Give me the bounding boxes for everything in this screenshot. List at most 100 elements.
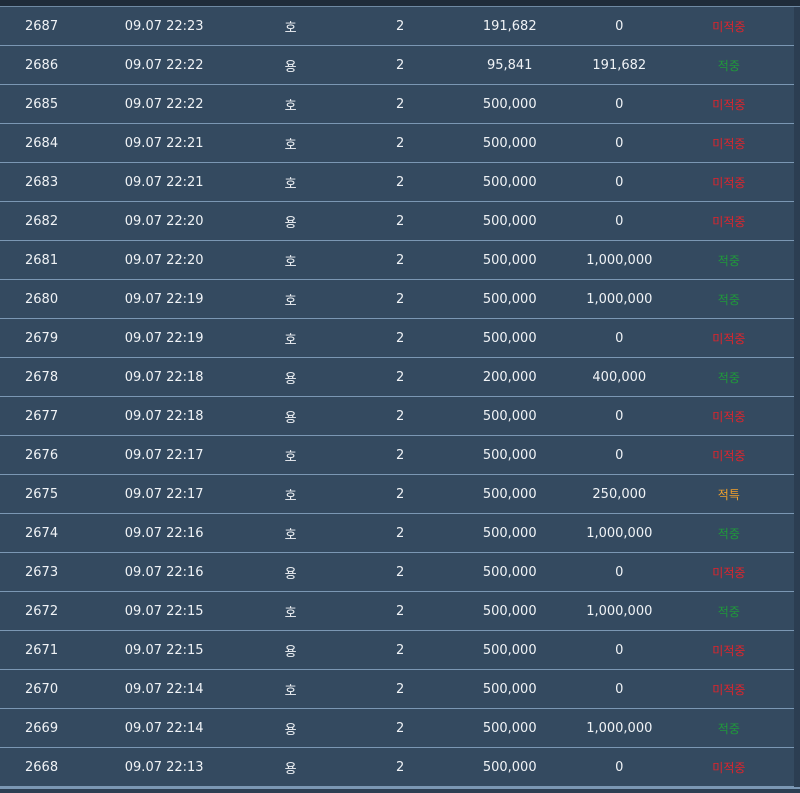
bet-pick: 호 (284, 293, 297, 309)
table-top-edge (0, 0, 800, 7)
table-row[interactable]: 2673 09.07 22:16 용 2 500,000 0 미적중 (0, 553, 794, 592)
round-number: 2680 (25, 291, 59, 307)
round-number: 2675 (25, 486, 59, 502)
round-number: 2671 (25, 642, 59, 658)
bet-pick: 호 (284, 527, 297, 543)
result-status: 미적중 (712, 682, 746, 697)
bet-pick: 호 (284, 332, 297, 348)
table-row[interactable]: 2679 09.07 22:19 호 2 500,000 0 미적중 (0, 319, 794, 358)
bet-odds: 2 (396, 174, 405, 190)
bet-odds: 2 (396, 252, 405, 268)
win-amount: 0 (615, 564, 624, 580)
bet-datetime: 09.07 22:17 (124, 486, 204, 502)
table-row[interactable]: 2672 09.07 22:15 호 2 500,000 1,000,000 적… (0, 592, 794, 631)
round-number: 2683 (25, 174, 59, 190)
result-status: 적중 (717, 721, 740, 736)
bet-amount: 191,682 (482, 18, 537, 34)
result-status: 미적중 (712, 175, 746, 190)
bet-amount: 500,000 (482, 603, 537, 619)
bet-pick: 용 (284, 566, 297, 582)
table-row[interactable]: 2668 09.07 22:13 용 2 500,000 0 미적중 (0, 748, 794, 787)
result-status: 적중 (717, 253, 740, 268)
win-amount: 1,000,000 (586, 720, 653, 736)
bet-datetime: 09.07 22:19 (124, 330, 204, 346)
win-amount: 0 (615, 18, 624, 34)
win-amount: 1,000,000 (586, 603, 653, 619)
win-amount: 191,682 (592, 57, 647, 73)
result-status: 미적중 (712, 448, 746, 463)
result-status: 적중 (717, 370, 740, 385)
bet-amount: 500,000 (482, 759, 537, 775)
bet-amount: 200,000 (482, 369, 537, 385)
bet-odds: 2 (396, 213, 405, 229)
bet-datetime: 09.07 22:23 (124, 18, 204, 34)
bet-odds: 2 (396, 564, 405, 580)
bet-amount: 500,000 (482, 408, 537, 424)
bet-amount: 500,000 (482, 291, 537, 307)
bet-pick: 호 (284, 449, 297, 465)
win-amount: 0 (615, 213, 624, 229)
table-row[interactable]: 2682 09.07 22:20 용 2 500,000 0 미적중 (0, 202, 794, 241)
round-number: 2686 (25, 57, 59, 73)
bet-amount: 500,000 (482, 213, 537, 229)
bet-odds: 2 (396, 291, 405, 307)
table-row[interactable]: 2686 09.07 22:22 용 2 95,841 191,682 적중 (0, 46, 794, 85)
round-number: 2673 (25, 564, 59, 580)
bet-amount: 500,000 (482, 525, 537, 541)
table-row[interactable]: 2683 09.07 22:21 호 2 500,000 0 미적중 (0, 163, 794, 202)
round-number: 2684 (25, 135, 59, 151)
bet-datetime: 09.07 22:15 (124, 603, 204, 619)
round-number: 2669 (25, 720, 59, 736)
round-number: 2685 (25, 96, 59, 112)
bet-datetime: 09.07 22:20 (124, 213, 204, 229)
table-row[interactable]: 2671 09.07 22:15 용 2 500,000 0 미적중 (0, 631, 794, 670)
win-amount: 250,000 (592, 486, 647, 502)
table-row[interactable]: 2674 09.07 22:16 호 2 500,000 1,000,000 적… (0, 514, 794, 553)
bet-datetime: 09.07 22:21 (124, 174, 204, 190)
round-number: 2682 (25, 213, 59, 229)
bet-pick: 호 (284, 605, 297, 621)
win-amount: 0 (615, 681, 624, 697)
win-amount: 0 (615, 408, 624, 424)
bet-datetime: 09.07 22:15 (124, 642, 204, 658)
round-number: 2672 (25, 603, 59, 619)
bet-pick: 용 (284, 371, 297, 387)
result-status: 미적중 (712, 643, 746, 658)
table-row[interactable]: 2684 09.07 22:21 호 2 500,000 0 미적중 (0, 124, 794, 163)
bet-pick: 호 (284, 98, 297, 114)
result-status: 미적중 (712, 565, 746, 580)
bet-pick: 용 (284, 644, 297, 660)
win-amount: 1,000,000 (586, 291, 653, 307)
table-row[interactable]: 2678 09.07 22:18 용 2 200,000 400,000 적중 (0, 358, 794, 397)
table-row[interactable]: 2675 09.07 22:17 호 2 500,000 250,000 적특 (0, 475, 794, 514)
round-number: 2679 (25, 330, 59, 346)
bet-pick: 호 (284, 254, 297, 270)
bet-odds: 2 (396, 330, 405, 346)
table-row[interactable]: 2670 09.07 22:14 호 2 500,000 0 미적중 (0, 670, 794, 709)
result-status: 미적중 (712, 136, 746, 151)
bet-odds: 2 (396, 681, 405, 697)
win-amount: 1,000,000 (586, 252, 653, 268)
bet-datetime: 09.07 22:21 (124, 135, 204, 151)
bet-datetime: 09.07 22:14 (124, 681, 204, 697)
table-row[interactable]: 2681 09.07 22:20 호 2 500,000 1,000,000 적… (0, 241, 794, 280)
table-row[interactable]: 2685 09.07 22:22 호 2 500,000 0 미적중 (0, 85, 794, 124)
table-row[interactable]: 2677 09.07 22:18 용 2 500,000 0 미적중 (0, 397, 794, 436)
bet-amount: 95,841 (486, 57, 533, 73)
table-row[interactable]: 2680 09.07 22:19 호 2 500,000 1,000,000 적… (0, 280, 794, 319)
bet-pick: 호 (284, 176, 297, 192)
bet-amount: 500,000 (482, 447, 537, 463)
result-status: 미적중 (712, 331, 746, 346)
result-status: 미적중 (712, 214, 746, 229)
round-number: 2681 (25, 252, 59, 268)
bet-pick: 호 (284, 683, 297, 699)
result-status: 적중 (717, 292, 740, 307)
bet-datetime: 09.07 22:17 (124, 447, 204, 463)
win-amount: 0 (615, 135, 624, 151)
result-status: 적특 (717, 487, 740, 502)
round-number: 2668 (25, 759, 59, 775)
table-row[interactable]: 2669 09.07 22:14 용 2 500,000 1,000,000 적… (0, 709, 794, 748)
table-row[interactable]: 2687 09.07 22:23 호 2 191,682 0 미적중 (0, 7, 794, 46)
table-row[interactable]: 2676 09.07 22:17 호 2 500,000 0 미적중 (0, 436, 794, 475)
bet-datetime: 09.07 22:22 (124, 96, 204, 112)
